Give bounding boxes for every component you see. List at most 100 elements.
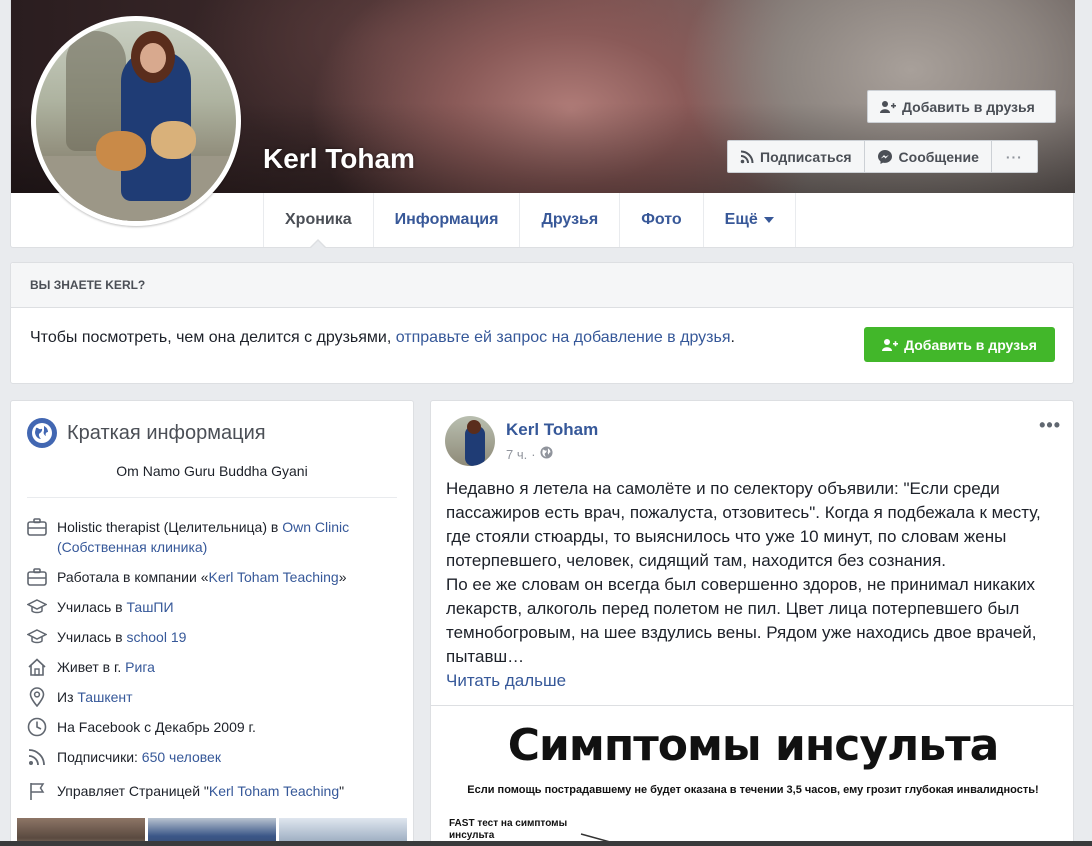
do-you-know-message: Чтобы посмотреть, чем она делится с друз… [30,329,396,346]
intro-item-prefix: Училась в [57,629,127,645]
tab-label: Информация [394,211,499,228]
tab-timeline[interactable]: Хроника [263,193,373,249]
intro-item-link[interactable]: Kerl Toham Teaching [208,569,338,585]
profile-name[interactable]: Kerl Toham [263,143,415,175]
tab-more[interactable]: Ещё [702,193,796,247]
intro-item-link[interactable]: Ташкент [77,689,132,705]
intro-item-prefix: Из [57,689,78,705]
profile-photo [36,21,236,221]
graduation-cap-icon [27,627,47,647]
meta-separator: · [531,446,536,462]
intro-item-text: На Facebook с Декабрь 2009 г. [57,719,256,735]
do-you-know-end: . [730,329,735,346]
add-friend-green-button[interactable]: Добавить в друзья [864,327,1055,362]
profile-header: Kerl Toham Добавить в друзья Подписаться… [10,0,1075,249]
intro-item-text: Училась в ТашПИ [57,597,174,617]
tab-label: Ещё [724,211,758,228]
divider [27,497,397,498]
intro-item-link[interactable]: school 19 [126,629,186,645]
intro-item-followers: Подписчики: 650 человек [27,747,397,767]
intro-item-manages-page: Управляет Страницей "Kerl Toham Teaching… [27,781,397,801]
intro-item-link[interactable]: ТашПИ [126,599,173,615]
post-image[interactable]: Симптомы инсульта Если помощь пострадавш… [431,705,1073,846]
intro-item-prefix: Живет в г. [57,659,126,675]
briefcase-icon [27,517,47,537]
messenger-icon [877,149,892,164]
flag-icon [27,781,47,801]
message-label: Сообщение [898,148,979,165]
clock-icon [27,717,47,737]
intro-item-text: Из Ташкент [57,687,133,707]
post-image-fast-label: FAST тест на симптомы инсульта [449,818,568,841]
graduation-cap-icon [27,597,47,617]
add-friend-button[interactable]: Добавить в друзья [867,90,1056,123]
intro-bio: Om Namo Guru Buddha Gyani [116,463,308,479]
post-author-avatar[interactable] [445,416,495,466]
intro-item-hometown: Из Ташкент [27,687,397,707]
more-actions-button[interactable]: ··· [992,141,1037,172]
intro-item-prefix: Управляет Страницей " [57,783,209,799]
intro-item-text: Живет в г. Рига [57,657,155,677]
send-request-link[interactable]: отправьте ей запрос на добавление в друз… [396,329,731,346]
tab-label: Друзья [541,211,599,228]
intro-item-text: Училась в school 19 [57,627,186,647]
public-globe-icon [540,446,553,462]
intro-item-school: Училась в school 19 [27,627,397,647]
message-button[interactable]: Сообщение [865,141,992,172]
subscribe-label: Подписаться [760,148,852,165]
intro-item-text: Работала в компании «Kerl Toham Teaching… [57,567,347,587]
globe-icon [27,418,57,448]
intro-item-link[interactable]: Kerl Toham Teaching [209,783,339,799]
intro-item-prefix: Подписчики: [57,749,142,765]
intro-item-joined: На Facebook с Декабрь 2009 г. [27,717,397,737]
intro-item-link[interactable]: Рига [125,659,155,675]
intro-item-link[interactable]: 650 человек [142,749,221,765]
add-friend-green-label: Добавить в друзья [904,336,1037,353]
post-author-name[interactable]: Kerl Toham [506,420,598,440]
post-image-subtitle: Если помощь пострадавшему не будет оказа… [467,784,1039,796]
intro-item-city: Живет в г. Рига [27,657,397,677]
tab-photos[interactable]: Фото [619,193,702,247]
intro-item-prefix: Училась в [57,599,127,615]
intro-item-work: Holistic therapist (Целительница) в Own … [27,517,397,557]
intro-item-suffix: » [338,569,347,585]
intro-item-prefix: Работала в компании « [57,569,209,585]
intro-card: Краткая информация Om Namo Guru Buddha G… [10,400,414,846]
add-friend-icon [882,338,899,351]
post-meta: 7 ч. · [506,446,553,462]
tab-friends[interactable]: Друзья [519,193,619,247]
read-more-link[interactable]: Читать дальше [446,669,1066,693]
tab-label: Фото [641,211,682,228]
intro-item-education: Училась в ТашПИ [27,597,397,617]
add-friend-icon [880,100,896,113]
post-menu-button[interactable]: ••• [1039,415,1061,436]
action-button-group: Подписаться Сообщение ··· [727,140,1038,173]
intro-item-text: Holistic therapist (Целительница) в Own … [57,517,397,557]
do-you-know-heading: ВЫ ЗНАЕТЕ KERL? [11,263,1073,308]
intro-item-text: Подписчики: 650 человек [57,747,221,767]
taskbar-strip [0,841,1092,846]
briefcase-icon [27,567,47,587]
post-text: Недавно я летела на самолёте и по селект… [446,477,1066,693]
intro-title: Краткая информация [27,418,266,448]
profile-picture[interactable] [31,16,241,226]
post-timestamp[interactable]: 7 ч. [506,447,527,462]
add-friend-label: Добавить в друзья [902,98,1035,115]
tab-label: Хроника [285,211,352,228]
timeline-post: Kerl Toham 7 ч. · ••• Недавно я летела н… [430,400,1074,846]
chevron-down-icon [763,217,774,223]
rss-icon [740,150,754,163]
intro-item-past-work: Работала в компании «Kerl Toham Teaching… [27,567,397,587]
intro-title-text: Краткая информация [67,421,266,444]
profile-tabs: Хроника Информация Друзья Фото Ещё [263,193,796,249]
do-you-know-box: ВЫ ЗНАЕТЕ KERL? Чтобы посмотреть, чем он… [10,262,1074,384]
rss-icon [27,747,47,767]
intro-item-prefix: Holistic therapist (Целительница) в [57,519,283,535]
intro-item-suffix: " [339,783,345,799]
tab-about[interactable]: Информация [372,193,520,247]
location-pin-icon [27,687,47,707]
post-image-title: Симптомы инсульта [507,720,1000,771]
home-icon [27,657,47,677]
post-body: Недавно я летела на самолёте и по селект… [446,479,1041,666]
subscribe-button[interactable]: Подписаться [728,141,865,172]
